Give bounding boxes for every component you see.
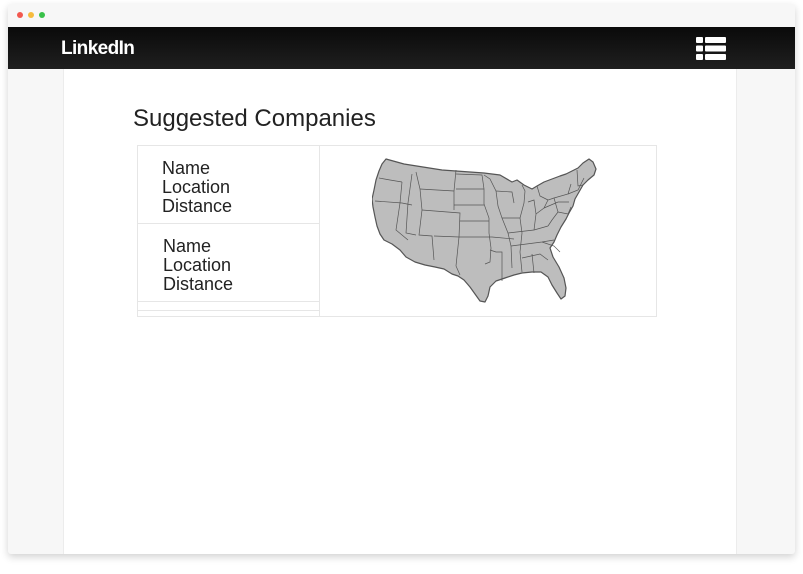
company-name: Name — [163, 236, 212, 256]
company-map[interactable] — [320, 146, 656, 316]
company-location: Location — [162, 177, 231, 197]
company-location: Location — [163, 255, 232, 275]
page-title: Suggested Companies — [133, 105, 376, 132]
company-list-item[interactable]: Name Location Distance — [138, 146, 319, 224]
company-name: Name — [162, 158, 211, 178]
company-list-item-partial[interactable] — [138, 302, 319, 311]
minimize-window-button[interactable] — [28, 12, 34, 18]
top-navbar: LinkedIn — [8, 27, 795, 69]
company-distance: Distance — [163, 274, 234, 294]
main-content: Suggested Companies Name Location Distan… — [63, 69, 737, 554]
browser-window: LinkedIn Suggested Companies Name Locati… — [8, 4, 795, 554]
company-list: Name Location Distance Name Location Dis… — [138, 146, 320, 316]
window-titlebar — [8, 4, 795, 27]
close-window-button[interactable] — [17, 12, 23, 18]
brand-logo[interactable]: LinkedIn — [61, 38, 135, 60]
company-list-item[interactable]: Name Location Distance — [138, 224, 319, 302]
us-map-icon — [372, 158, 597, 303]
list-menu-icon[interactable] — [696, 37, 726, 60]
maximize-window-button[interactable] — [39, 12, 45, 18]
suggested-companies-panel: Name Location Distance Name Location Dis… — [137, 145, 657, 317]
company-distance: Distance — [162, 196, 233, 216]
